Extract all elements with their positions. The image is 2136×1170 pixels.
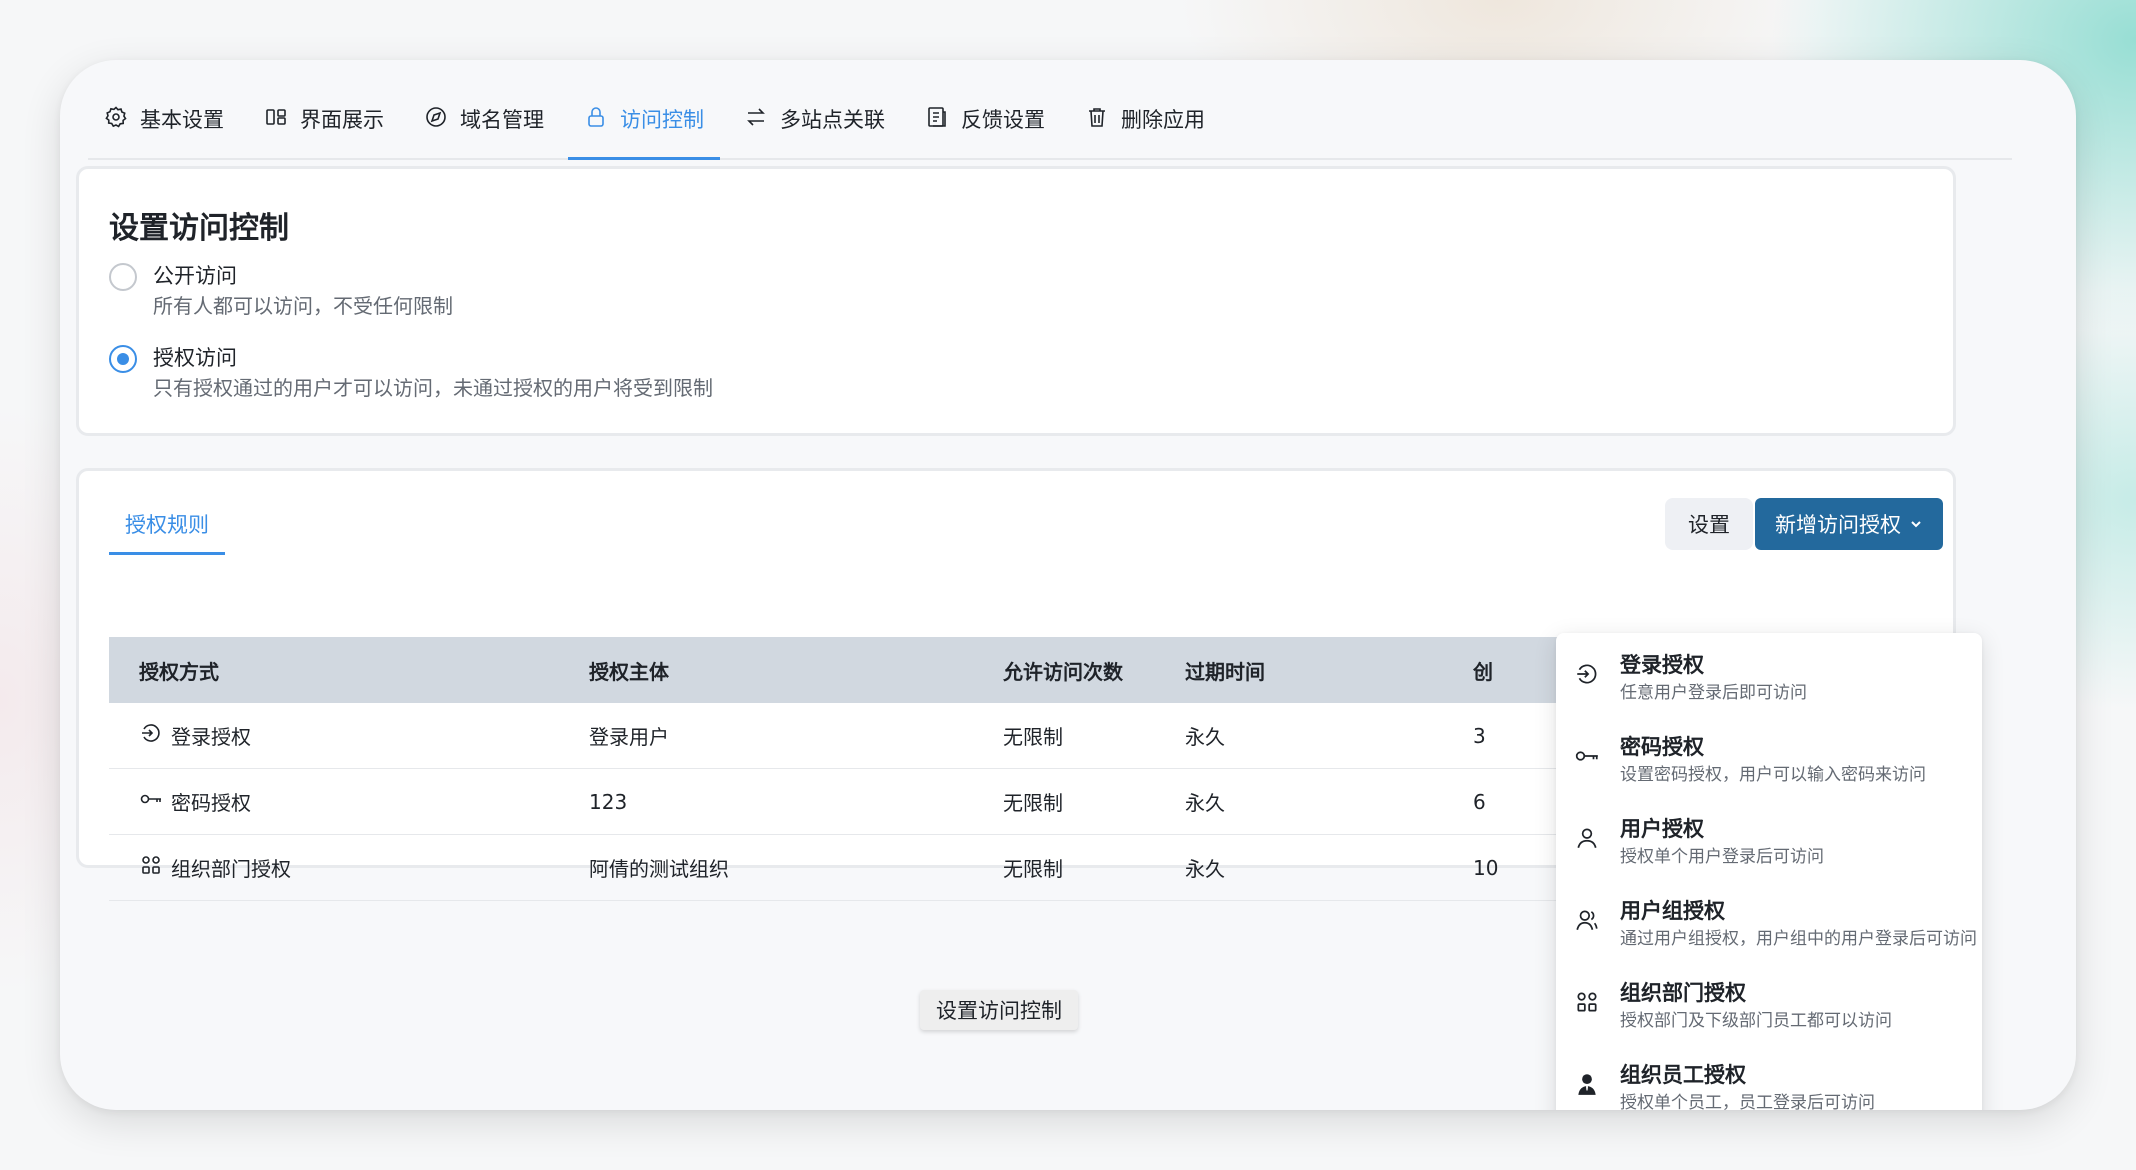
login-icon [1574,661,1600,687]
column-header-created: 创 [1473,659,1493,684]
chevron-down-icon [1909,512,1923,536]
cell-created: 6 [1473,789,1486,814]
tab-label: 界面展示 [300,108,384,132]
cell-count: 无限制 [1003,791,1063,815]
org-icon [139,853,163,882]
add-button-label: 新增访问授权 [1775,513,1901,537]
tab-label: 基本设置 [140,108,224,132]
gear-icon [104,105,128,134]
cell-type: 登录授权 [139,721,251,750]
dropdown-item-desc: 通过用户组授权，用户组中的用户登录后可访问 [1620,929,1977,949]
lock-icon [584,105,608,134]
dropdown-item-title: 密码授权 [1620,735,1704,759]
dropdown-item-org-department[interactable]: 组织部门授权 授权部门及下级部门员工都可以访问 [1556,975,1982,1057]
tab-delete-app[interactable]: 删除应用 [1069,80,1221,158]
key-icon [1574,743,1600,769]
document-icon [925,105,949,134]
tab-access-control[interactable]: 访问控制 [568,80,720,160]
cell-subject: 123 [589,789,628,814]
radio-public-access[interactable]: 公开访问 所有人都可以访问，不受任何限制 [109,261,453,321]
type-label: 组织部门授权 [171,857,291,881]
org-icon [1574,989,1600,1015]
tab-multi-site[interactable]: 多站点关联 [728,80,901,158]
cell-created: 10 [1473,855,1499,880]
dropdown-item-title: 用户组授权 [1620,899,1725,923]
cell-type: 密码授权 [139,787,251,816]
app-window: 基本设置 界面展示 域名管理 访问控制 多站点关联 反馈设置 删除应用 设置访问… [60,60,2076,1110]
dropdown-item-title: 用户授权 [1620,817,1704,841]
dropdown-item-login[interactable]: 登录授权 任意用户登录后即可访问 [1556,647,1982,729]
dropdown-item-desc: 授权单个员工，员工登录后可访问 [1620,1093,1875,1110]
radio-button[interactable] [109,345,137,373]
radio-description: 所有人都可以访问，不受任何限制 [153,294,453,318]
tab-feedback-settings[interactable]: 反馈设置 [909,80,1061,158]
tab-label: 反馈设置 [961,108,1045,132]
dropdown-item-user-group[interactable]: 用户组授权 通过用户组授权，用户组中的用户登录后可访问 [1556,893,1982,975]
cell-subject: 阿倩的测试组织 [589,857,729,881]
key-icon [139,787,163,816]
cell-expire: 永久 [1185,857,1225,881]
radio-text: 授权访问 只有授权通过的用户才可以访问，未通过授权的用户将受到限制 [153,343,713,403]
radio-text: 公开访问 所有人都可以访问，不受任何限制 [153,261,453,321]
radio-authorized-access[interactable]: 授权访问 只有授权通过的用户才可以访问，未通过授权的用户将受到限制 [109,343,713,403]
column-header-count: 允许访问次数 [1003,659,1123,684]
dropdown-item-title: 登录授权 [1620,653,1704,677]
cell-subject: 登录用户 [589,725,669,749]
dropdown-item-desc: 设置密码授权，用户可以输入密码来访问 [1620,765,1926,785]
cell-count: 无限制 [1003,857,1063,881]
tab-label: 访问控制 [620,108,704,132]
radio-button[interactable] [109,263,137,291]
login-icon [139,721,163,750]
tab-authorization-rules[interactable]: 授权规则 [109,495,225,555]
radio-label: 公开访问 [153,264,237,288]
cell-expire: 永久 [1185,725,1225,749]
settings-button[interactable]: 设置 [1665,498,1753,550]
layout-icon [264,105,288,134]
cell-type: 组织部门授权 [139,853,291,882]
swap-icon [744,105,768,134]
add-access-authorization-button[interactable]: 新增访问授权 [1755,498,1943,550]
access-control-card: 设置访问控制 公开访问 所有人都可以访问，不受任何限制 授权访问 只有授权通过的… [76,166,1956,436]
dropdown-item-title: 组织员工授权 [1620,1063,1746,1087]
dropdown-item-password[interactable]: 密码授权 设置密码授权，用户可以输入密码来访问 [1556,729,1982,811]
user-group-icon [1574,907,1600,933]
compass-icon [424,105,448,134]
tab-domain-management[interactable]: 域名管理 [408,80,560,158]
add-authorization-dropdown: 登录授权 任意用户登录后即可访问 密码授权 设置密码授权，用户可以输入密码来访问… [1556,633,1982,1110]
user-icon [1574,825,1600,851]
radio-description: 只有授权通过的用户才可以访问，未通过授权的用户将受到限制 [153,376,713,400]
access-control-title: 设置访问控制 [109,211,289,246]
dropdown-item-title: 组织部门授权 [1620,981,1746,1005]
tab-basic-settings[interactable]: 基本设置 [88,80,240,158]
dropdown-item-desc: 授权部门及下级部门员工都可以访问 [1620,1011,1892,1031]
dropdown-item-user[interactable]: 用户授权 授权单个用户登录后可访问 [1556,811,1982,893]
column-header-type: 授权方式 [139,659,219,684]
tab-interface-display[interactable]: 界面展示 [248,80,400,158]
column-header-expire: 过期时间 [1185,659,1265,684]
settings-tab-bar: 基本设置 界面展示 域名管理 访问控制 多站点关联 反馈设置 删除应用 [88,80,2012,160]
dropdown-item-desc: 任意用户登录后即可访问 [1620,683,1807,703]
column-header-subject: 授权主体 [589,659,669,684]
radio-label: 授权访问 [153,346,237,370]
dropdown-item-org-employee[interactable]: 组织员工授权 授权单个员工，员工登录后可访问 [1556,1057,1982,1110]
employee-icon [1574,1071,1600,1097]
type-label: 密码授权 [171,791,251,815]
tab-label: 删除应用 [1121,108,1205,132]
cell-expire: 永久 [1185,791,1225,815]
type-label: 登录授权 [171,725,251,749]
cell-count: 无限制 [1003,725,1063,749]
dropdown-item-desc: 授权单个用户登录后可访问 [1620,847,1824,867]
trash-icon [1085,105,1109,134]
tab-label: 域名管理 [460,108,544,132]
tab-label: 多站点关联 [780,108,885,132]
cell-created: 3 [1473,723,1486,748]
save-access-control-button[interactable]: 设置访问控制 [920,990,1078,1030]
